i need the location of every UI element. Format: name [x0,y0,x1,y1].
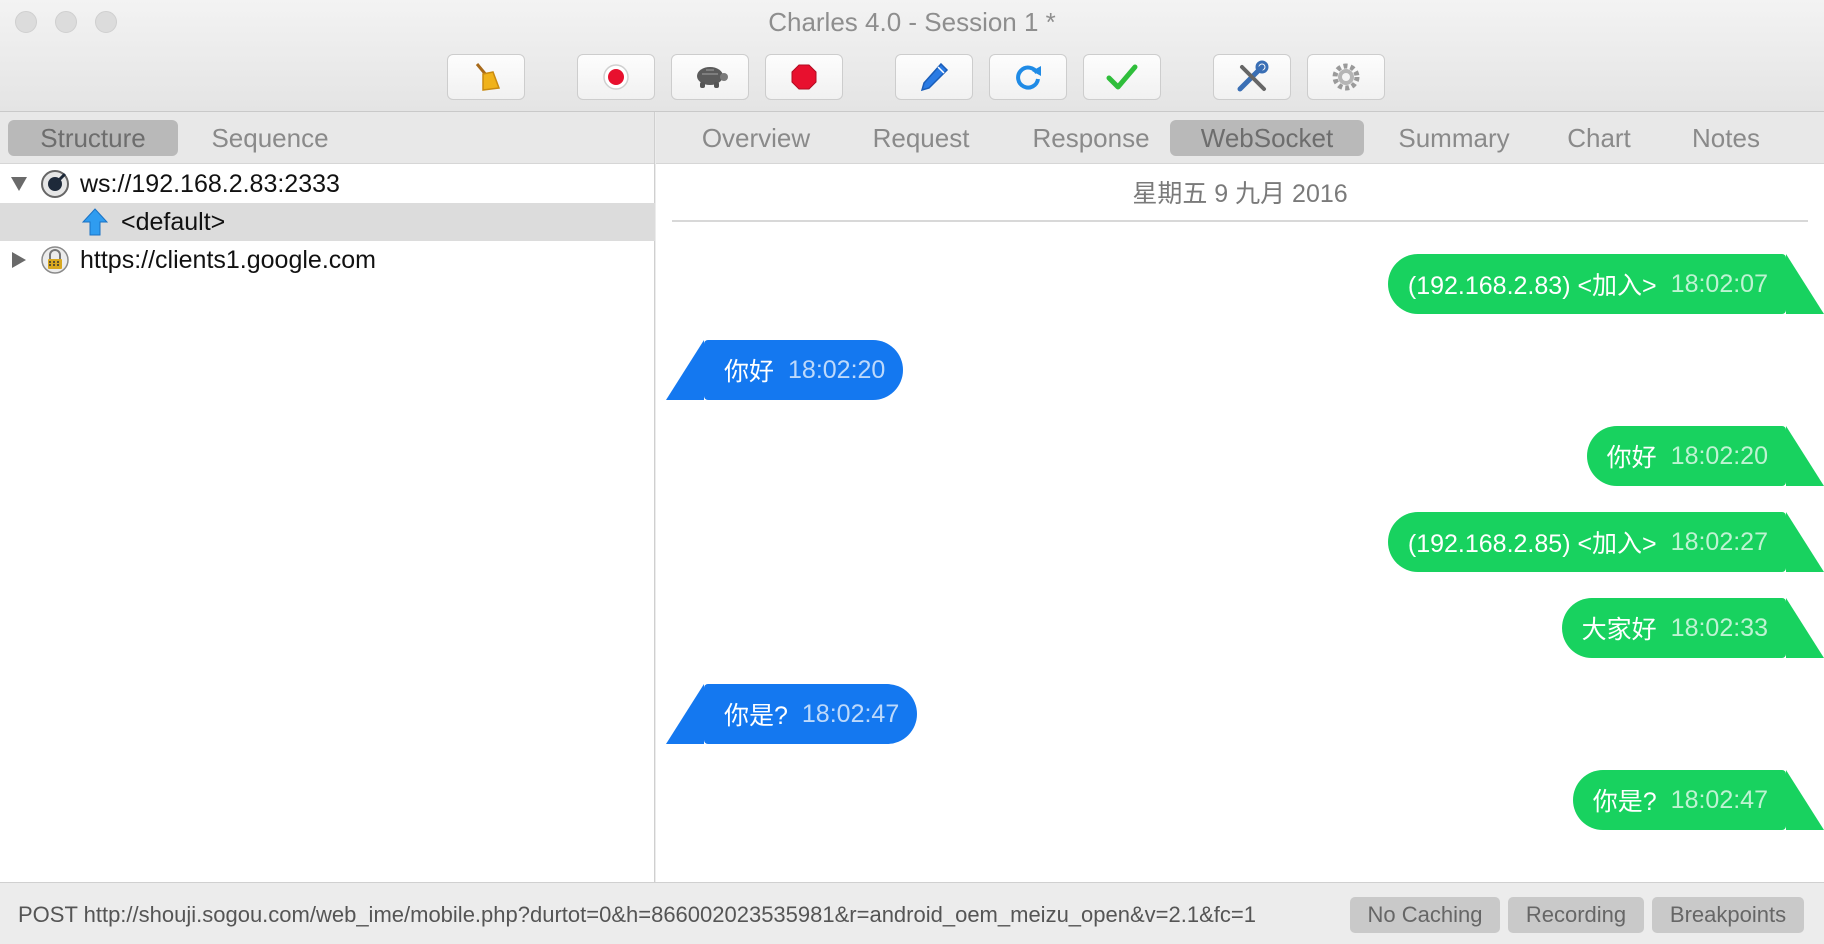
message-text: (192.168.2.85) <加入> [1407,530,1657,558]
bubble-tail [1786,598,1824,658]
message-bubble-outgoing[interactable]: 你是? 18:02:47 [1572,770,1824,830]
message-time: 18:02:20 [1670,441,1768,470]
tab-chart[interactable]: Chart [1544,120,1654,156]
tab-request[interactable]: Request [846,120,996,156]
bubble-tail [666,340,704,400]
tree-node-default[interactable]: <default> [0,203,655,241]
message-time: 18:02:20 [788,355,886,384]
right-tab-bar: Overview Request Response WebSocket Summ… [656,112,1824,164]
tab-websocket[interactable]: WebSocket [1170,120,1364,156]
status-url: POST http://shouji.sogou.com/web_ime/mob… [18,902,1256,927]
bubble-tail [1786,254,1824,314]
gear-icon [1329,60,1363,94]
tab-structure[interactable]: Structure [8,120,178,156]
broom-icon [469,60,503,94]
tree-node-google-host[interactable]: https://clients1.google.com [0,241,655,279]
settings-button[interactable] [1307,54,1385,100]
message-time: 18:02:47 [801,699,900,728]
upload-arrow-icon [81,207,109,244]
throttle-button[interactable] [671,54,749,100]
bubble-tail [666,684,704,744]
message-text: (192.168.2.83) <加入> [1407,272,1657,300]
message-bubble-outgoing[interactable]: 大家好 18:02:33 [1561,598,1824,658]
clear-session-button[interactable] [447,54,525,100]
stop-sign-icon [789,62,819,92]
tree-node-ws-host[interactable]: ws://192.168.2.83:2333 [0,165,655,203]
tab-sequence[interactable]: Sequence [190,120,350,156]
message-text: 你是? [1592,788,1657,816]
tree-node-label: ws://192.168.2.83:2333 [80,169,340,198]
bubble-tail [1786,512,1824,572]
tools-icon [1234,59,1270,95]
record-icon [600,61,632,93]
disclosure-triangle-collapsed-icon[interactable] [12,252,26,268]
compose-button[interactable] [895,54,973,100]
message-time: 18:02:47 [1670,785,1768,814]
recording-button[interactable]: Recording [1508,897,1644,933]
message-time: 18:02:33 [1670,613,1768,642]
message-bubble-outgoing[interactable]: (192.168.2.85) <加入> 18:02:27 [1387,512,1824,572]
bubble-tail [1786,770,1824,830]
status-bar: POST http://shouji.sogou.com/web_ime/mob… [0,882,1824,944]
tab-response[interactable]: Response [1006,120,1176,156]
websocket-globe-icon [40,169,70,206]
tab-notes[interactable]: Notes [1666,120,1786,156]
turtle-icon [690,62,730,92]
pen-icon [917,60,951,94]
left-tab-bar: Structure Sequence [0,112,654,164]
tab-overview[interactable]: Overview [676,120,836,156]
breakpoints-toggle-button[interactable] [765,54,843,100]
message-time: 18:02:07 [1670,269,1768,298]
repeat-button[interactable] [989,54,1067,100]
structure-panel: Structure Sequence ws://192.168.2.83:233… [0,112,655,882]
message-bubble-outgoing[interactable]: 你好 18:02:20 [1586,426,1824,486]
window-title: Charles 4.0 - Session 1 * [768,7,1056,37]
message-bubble-incoming[interactable]: 你好 18:02:20 [666,340,904,400]
refresh-icon [1012,61,1044,93]
message-text: 你好 [1606,444,1657,472]
tree-node-label: https://clients1.google.com [80,245,376,274]
tree-node-label: <default> [121,207,226,236]
validate-button[interactable] [1083,54,1161,100]
tools-button[interactable] [1213,54,1291,100]
message-bubble-incoming[interactable]: 你是? 18:02:47 [666,684,918,744]
lock-icon [40,245,70,282]
message-text: 你是? [724,702,788,730]
no-caching-button[interactable]: No Caching [1350,897,1500,933]
message-time: 18:02:27 [1670,527,1768,556]
message-text: 你好 [724,358,775,386]
message-bubble-outgoing[interactable]: (192.168.2.83) <加入> 18:02:07 [1387,254,1824,314]
message-date-header: 星期五 9 九月 2016 [672,166,1808,222]
record-button[interactable] [577,54,655,100]
bubble-tail [1786,426,1824,486]
message-text: 大家好 [1581,616,1657,644]
checkmark-icon [1105,62,1139,92]
detail-panel: Overview Request Response WebSocket Summ… [656,112,1824,882]
tab-summary[interactable]: Summary [1374,120,1534,156]
disclosure-triangle-expanded-icon[interactable] [11,177,27,191]
title-bar: Charles 4.0 - Session 1 * [0,0,1824,112]
breakpoints-button[interactable]: Breakpoints [1652,897,1804,933]
